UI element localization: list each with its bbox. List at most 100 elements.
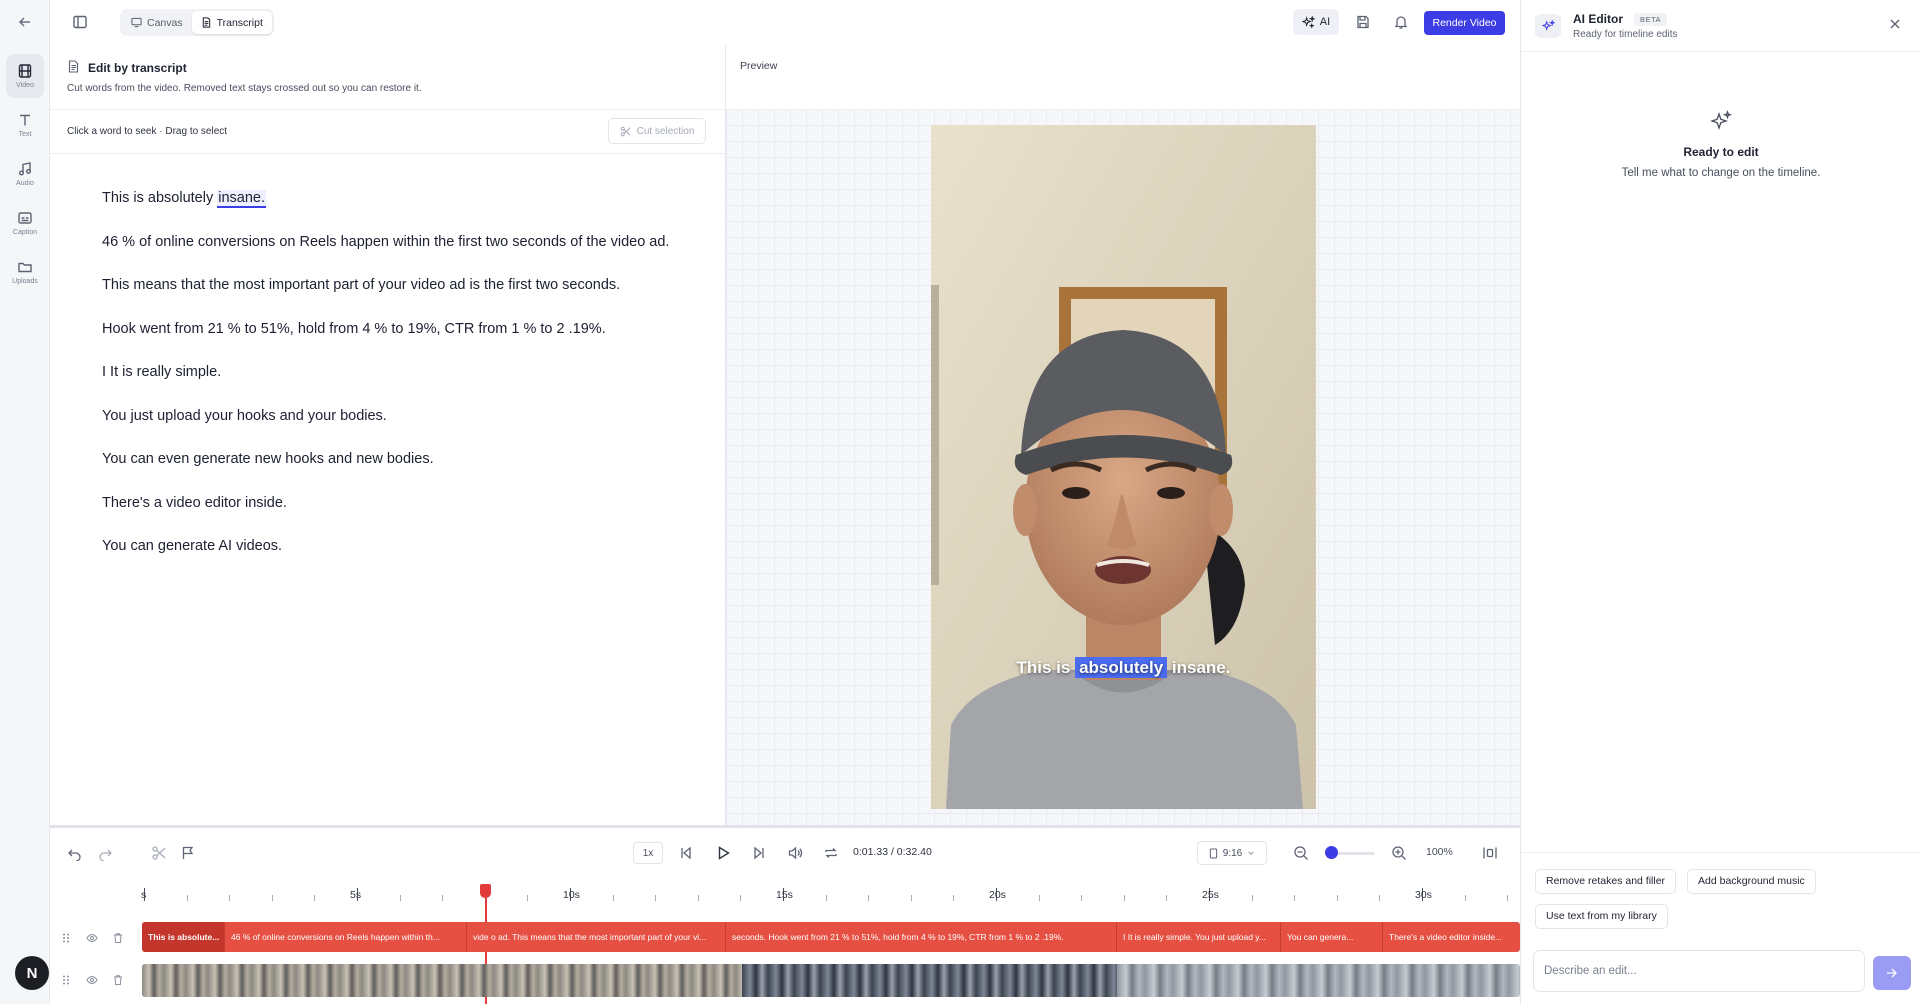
avatar[interactable]: N — [15, 956, 49, 990]
render-video-button[interactable]: Render Video — [1424, 11, 1505, 35]
suggestion-library-text[interactable]: Use text from my library — [1535, 904, 1668, 929]
video-clip[interactable] — [142, 964, 742, 997]
transcript-text[interactable]: This is absolutely — [102, 190, 217, 206]
rail-item-video[interactable]: Video — [6, 54, 44, 98]
close-icon[interactable] — [1888, 17, 1902, 31]
transcript-paragraph[interactable]: You just upload your hooks and your bodi… — [102, 403, 677, 429]
timecode: 0:01.33 / 0:32.40 — [853, 846, 932, 858]
selected-word[interactable]: insane. — [217, 190, 267, 208]
text-icon — [20, 114, 30, 126]
eye-icon[interactable] — [86, 974, 98, 986]
ai-label: AI — [1319, 16, 1331, 28]
caption-clip[interactable]: You can genera... — [1280, 922, 1382, 952]
aspect-ratio-select[interactable]: 9:16 — [1197, 841, 1267, 865]
beta-badge: BETA — [1634, 13, 1668, 26]
rail-item-label: Uploads — [12, 278, 38, 285]
transcript-paragraph[interactable]: Hook went from 21 % to 51%, hold from 4 … — [102, 316, 677, 342]
ruler-label: 25s — [1202, 889, 1219, 901]
transcript-paragraph[interactable]: There's a video editor inside. — [102, 490, 677, 516]
transcript-paragraph[interactable]: This is absolutely insane. — [102, 185, 677, 211]
back-arrow-icon[interactable] — [15, 14, 35, 32]
ruler-minor-tick — [613, 895, 614, 901]
video-still — [931, 125, 1316, 809]
zoom-in-icon[interactable] — [1391, 845, 1407, 861]
fit-timeline-icon[interactable] — [1482, 845, 1498, 861]
play-icon[interactable] — [715, 845, 731, 861]
transcript-paragraph[interactable]: This means that the most important part … — [102, 272, 677, 298]
caption-clip[interactable]: seconds. Hook went from 21 % to 51%, hol… — [725, 922, 1116, 952]
ruler-label: s — [141, 889, 147, 901]
drag-handle-icon[interactable] — [60, 932, 72, 944]
eye-icon[interactable] — [86, 932, 98, 944]
bell-icon[interactable] — [1393, 14, 1409, 30]
preview-label: Preview — [740, 60, 778, 72]
ai-editor-title: AI Editor — [1573, 12, 1623, 26]
sidebar-toggle-icon[interactable] — [72, 14, 88, 30]
film-icon — [18, 64, 32, 78]
document-icon — [67, 60, 80, 73]
ruler-minor-tick — [1252, 895, 1253, 901]
tab-canvas[interactable]: Canvas — [122, 11, 192, 34]
video-track[interactable] — [142, 964, 1520, 997]
caption-track[interactable]: This is absolute... 46 % of online conve… — [142, 922, 1520, 952]
tab-transcript[interactable]: Transcript — [191, 11, 272, 34]
video-clip[interactable] — [742, 964, 1117, 997]
transcript-header: Edit by transcript Cut words from the vi… — [50, 45, 726, 109]
skip-back-icon[interactable] — [678, 845, 694, 861]
drag-handle-icon[interactable] — [60, 974, 72, 986]
zoom-out-icon[interactable] — [1293, 845, 1309, 861]
ai-empty-title: Ready to edit — [1683, 145, 1759, 159]
rail-item-text[interactable]: Text — [6, 103, 44, 147]
caption-clip[interactable]: 46 % of online conversions on Reels happ… — [224, 922, 466, 952]
timeline-controls: 1x 0:01.33 / 0:32.40 9:16 100% — [50, 828, 1520, 878]
cut-selection-label: Cut selection — [636, 125, 695, 137]
caption-clip[interactable]: vide o ad. This means that the most impo… — [466, 922, 725, 952]
rail-item-label: Text — [18, 131, 32, 138]
video-clip[interactable] — [1117, 964, 1520, 997]
rail-item-caption[interactable]: Caption — [6, 201, 44, 245]
view-switch: Canvas Transcript — [120, 9, 274, 36]
volume-icon[interactable] — [787, 845, 803, 861]
ruler-minor-tick — [1337, 895, 1338, 901]
ruler-minor-tick — [953, 895, 954, 901]
suggestion-remove-retakes[interactable]: Remove retakes and filler — [1535, 869, 1677, 894]
ruler-minor-tick — [314, 895, 315, 901]
playback-speed[interactable]: 1x — [633, 842, 663, 864]
describe-edit-input[interactable] — [1533, 950, 1865, 992]
redo-icon[interactable] — [97, 845, 113, 862]
transcript-paragraph[interactable]: You can generate AI videos. — [102, 533, 677, 559]
ruler-minor-tick — [229, 895, 230, 901]
trash-icon[interactable] — [112, 974, 124, 986]
save-icon[interactable] — [1355, 14, 1371, 30]
zoom-slider-handle[interactable] — [1325, 846, 1338, 859]
caption-clip[interactable]: There's a video editor inside... — [1382, 922, 1520, 952]
video-frame[interactable]: This is absolutely insane. — [931, 125, 1316, 809]
skip-forward-icon[interactable] — [751, 845, 767, 861]
ai-toggle-button[interactable]: AI — [1293, 9, 1339, 35]
caption-clip[interactable]: I It is really simple. You just upload y… — [1116, 922, 1280, 952]
monitor-icon — [131, 17, 142, 28]
send-button[interactable] — [1873, 956, 1911, 990]
ruler-minor-tick — [400, 895, 401, 901]
time-ruler[interactable]: s 5s 10s 15s 20s 25s 30s — [140, 878, 1520, 903]
ruler-minor-tick — [868, 895, 869, 901]
undo-icon[interactable] — [67, 845, 83, 862]
transcript-paragraph[interactable]: 46 % of online conversions on Reels happ… — [102, 229, 677, 255]
playhead-handle[interactable] — [480, 884, 491, 898]
transcript-paragraph[interactable]: I It is really simple. — [102, 359, 677, 385]
caption-word: This is — [1016, 658, 1071, 677]
caption-clip[interactable]: This is absolute... — [142, 922, 224, 952]
transcript-paragraph[interactable]: You can even generate new hooks and new … — [102, 446, 677, 472]
rail-item-uploads[interactable]: Uploads — [6, 250, 44, 294]
suggestion-background-music[interactable]: Add background music — [1687, 869, 1816, 894]
loop-icon[interactable] — [823, 845, 839, 861]
flag-icon[interactable] — [180, 845, 196, 861]
timeline: 1x 0:01.33 / 0:32.40 9:16 100% s 5s 10s … — [50, 825, 1520, 1004]
rail-item-audio[interactable]: Audio — [6, 152, 44, 196]
ai-editor-panel: AI Editor BETA Ready for timeline edits … — [1520, 0, 1920, 1004]
document-icon — [202, 17, 210, 28]
trash-icon[interactable] — [112, 932, 124, 944]
ruler-minor-tick — [272, 895, 273, 901]
cut-selection-button[interactable]: Cut selection — [608, 118, 706, 144]
scissors-icon[interactable] — [151, 845, 167, 861]
